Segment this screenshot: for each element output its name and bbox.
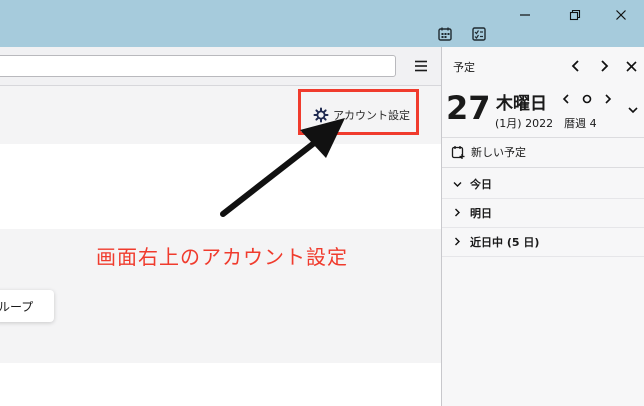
chevron-down-icon — [450, 178, 464, 191]
tasks-tab-button[interactable] — [471, 26, 489, 44]
agenda-upcoming-label: 近日中 (5 日) — [470, 236, 540, 249]
close-icon — [616, 10, 626, 20]
new-event-icon — [451, 145, 465, 159]
prev-button[interactable] — [567, 57, 585, 75]
chevron-down-icon — [628, 107, 638, 114]
month-year-week: (1月) 2022 暦週 4 — [495, 117, 597, 130]
minimonth-toggle[interactable] — [628, 103, 638, 117]
agenda-today-label: 今日 — [470, 178, 492, 191]
agenda-tomorrow-label: 明日 — [470, 207, 492, 220]
prev-day-button[interactable] — [562, 93, 570, 107]
agenda-upcoming[interactable]: 近日中 (5 日) — [442, 228, 644, 256]
chevron-right-icon — [450, 207, 464, 220]
minimize-icon — [520, 14, 530, 16]
next-button[interactable] — [595, 57, 613, 75]
today-pane-title: 予定 — [453, 61, 475, 74]
today-pane-header: 予定 — [442, 47, 644, 85]
restore-button[interactable] — [561, 4, 589, 26]
next-day-button[interactable] — [604, 93, 612, 107]
chevron-left-icon — [571, 60, 579, 72]
day-number: 27 — [446, 89, 491, 127]
chevron-right-icon — [601, 60, 609, 72]
divider — [442, 167, 644, 168]
new-event-button[interactable]: 新しい予定 — [451, 144, 526, 160]
divider — [442, 256, 644, 257]
minimize-button[interactable] — [511, 4, 539, 26]
close-window-button[interactable] — [607, 4, 635, 26]
close-pane-button[interactable] — [622, 57, 640, 75]
today-pane: 予定 27 木曜日 (1月) 2022 暦週 4 新しい予定 今日 明日 近日中… — [441, 47, 644, 406]
tasks-icon — [472, 27, 486, 41]
chevron-right-icon — [450, 236, 464, 249]
close-icon — [625, 60, 637, 72]
chevron-left-icon — [562, 94, 569, 104]
today-button[interactable] — [582, 93, 592, 107]
annotation-text: 画面右上のアカウント設定 — [96, 245, 348, 269]
agenda-today[interactable]: 今日 — [442, 170, 644, 198]
new-event-label: 新しい予定 — [471, 146, 526, 159]
restore-icon — [569, 9, 581, 21]
annotation-arrow — [220, 118, 345, 217]
weekday-label: 木曜日 — [496, 94, 547, 114]
divider — [442, 137, 644, 138]
agenda-tomorrow[interactable]: 明日 — [442, 199, 644, 227]
chevron-right-icon — [605, 94, 612, 104]
today-circle-icon — [582, 94, 592, 104]
